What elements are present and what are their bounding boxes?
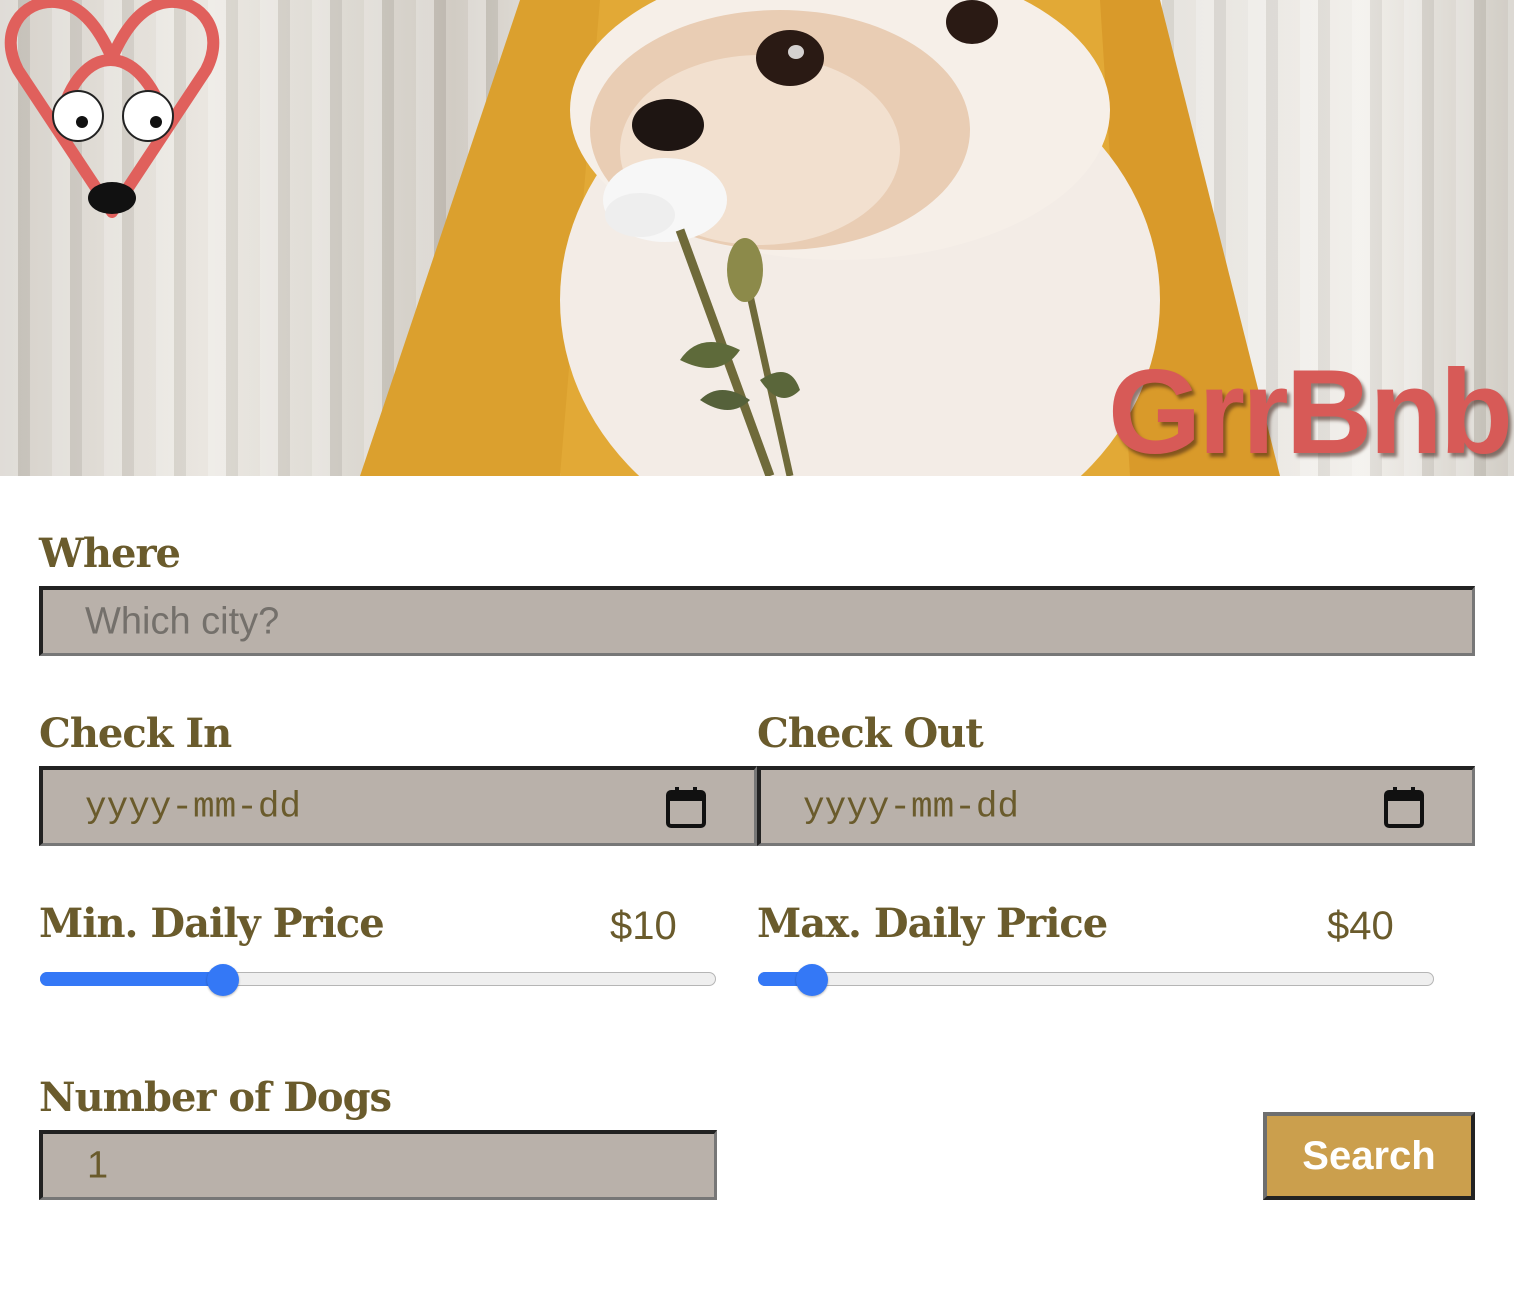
check-in-label: Check In [39, 710, 232, 757]
min-price-slider[interactable] [40, 960, 716, 1000]
dogs-number-input[interactable]: 1 [39, 1130, 717, 1200]
where-placeholder: Which city? [85, 600, 280, 642]
brand-title: GrrBnb [1108, 345, 1513, 476]
dogs-label: Number of Dogs [39, 1074, 392, 1121]
check-in-date-input[interactable]: yyyy-mm-dd [39, 766, 757, 846]
where-input[interactable]: Which city? [39, 586, 1475, 656]
check-out-placeholder: yyyy-mm-dd [803, 786, 1020, 827]
dogs-value: 1 [87, 1144, 109, 1186]
search-button[interactable]: Search [1263, 1112, 1475, 1200]
check-out-date-input[interactable]: yyyy-mm-dd [757, 766, 1475, 846]
where-label: Where [39, 530, 181, 577]
check-out-label: Check Out [757, 710, 984, 757]
min-price-label: Min. Daily Price [39, 900, 385, 947]
slider-thumb[interactable] [207, 964, 239, 996]
max-price-slider[interactable] [758, 960, 1434, 1000]
hero-banner: GrrBnb [0, 0, 1514, 476]
dog-heart-logo-icon[interactable] [0, 0, 230, 230]
max-price-label: Max. Daily Price [757, 900, 1108, 947]
slider-thumb[interactable] [796, 964, 828, 996]
check-in-placeholder: yyyy-mm-dd [85, 786, 302, 827]
calendar-icon[interactable] [666, 786, 706, 828]
slider-fill [40, 972, 223, 986]
calendar-icon[interactable] [1384, 786, 1424, 828]
slider-track [758, 972, 1434, 986]
min-price-value: $10 [610, 904, 677, 948]
max-price-value: $40 [1327, 904, 1394, 948]
